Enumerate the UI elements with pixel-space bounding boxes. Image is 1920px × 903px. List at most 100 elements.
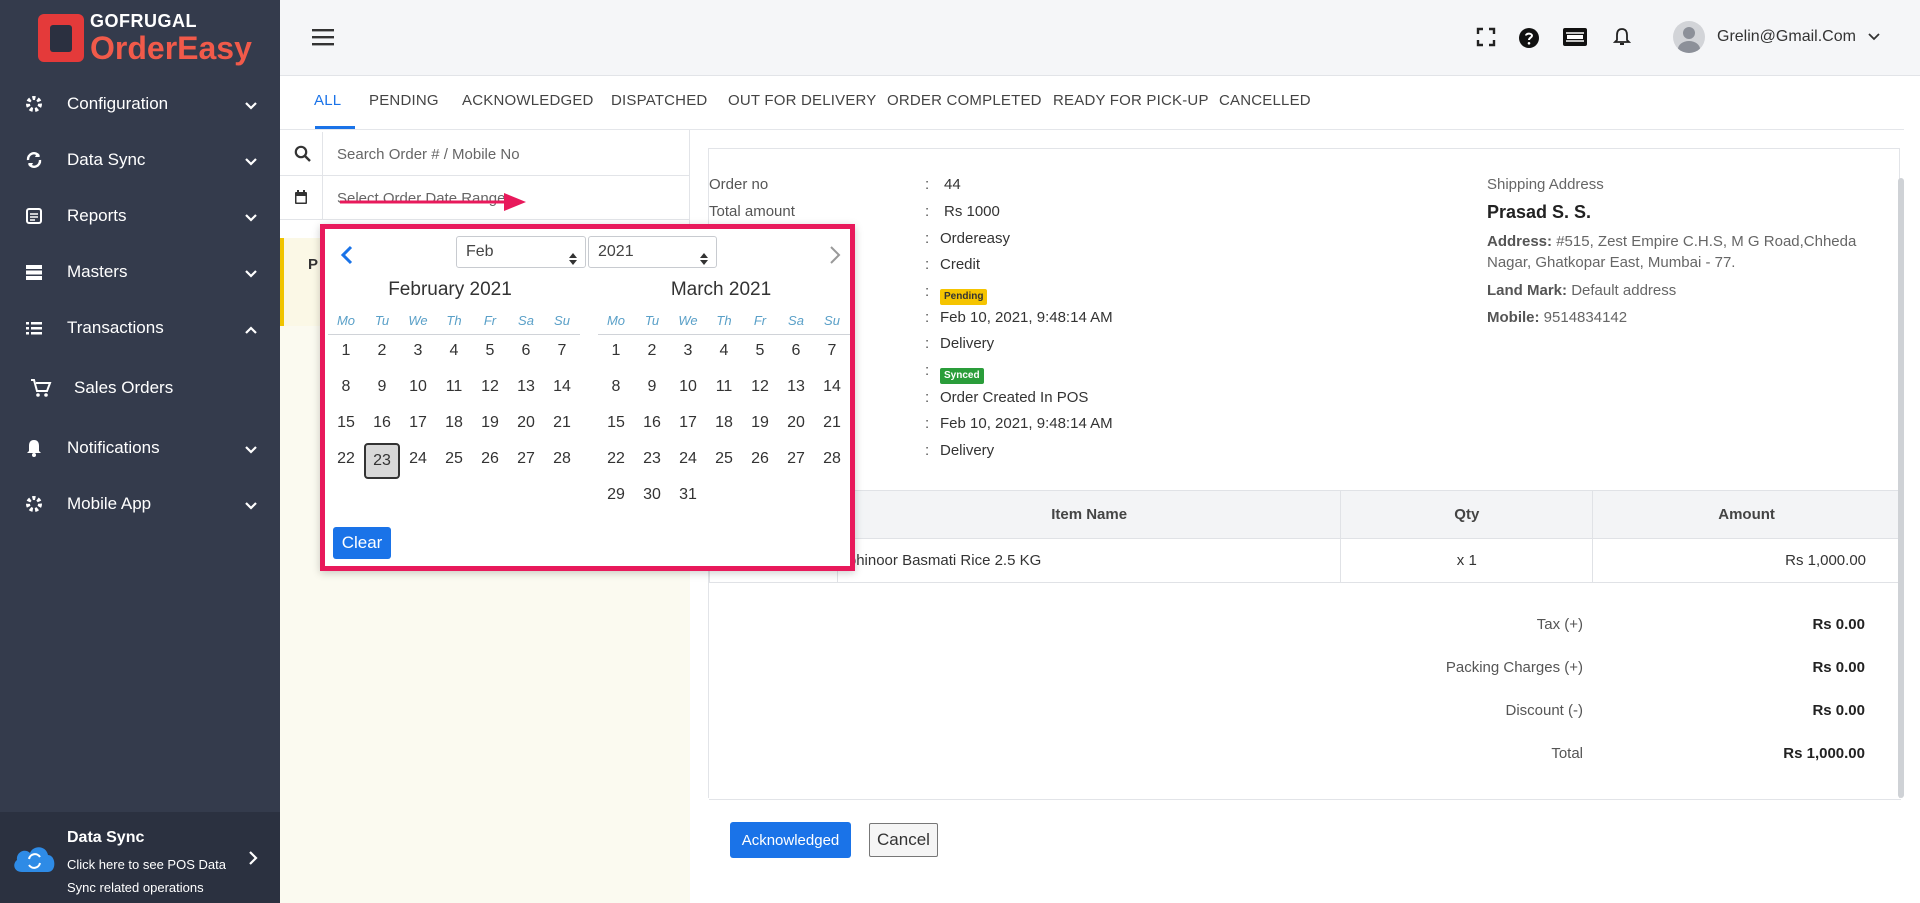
calendar-day[interactable]: 17 bbox=[670, 407, 706, 443]
calendar-day[interactable]: 25 bbox=[436, 443, 472, 479]
calendar-day[interactable]: 2 bbox=[364, 335, 400, 371]
calendar-day[interactable]: 23 bbox=[364, 443, 400, 479]
new-badge-icon[interactable] bbox=[1563, 27, 1587, 52]
fullscreen-icon[interactable] bbox=[1476, 27, 1496, 52]
sidebar-item-transactions[interactable]: Transactions bbox=[0, 300, 280, 356]
calendar-day[interactable]: 17 bbox=[400, 407, 436, 443]
calendar-day[interactable]: 27 bbox=[508, 443, 544, 479]
calendar-day[interactable]: 13 bbox=[508, 371, 544, 407]
tab-cancelled[interactable]: CANCELLED bbox=[1219, 92, 1311, 109]
user-menu[interactable]: Grelin@Gmail.Com bbox=[1673, 21, 1880, 53]
calendar-day[interactable]: 1 bbox=[328, 335, 364, 371]
calendar-day[interactable]: 6 bbox=[508, 335, 544, 371]
calendar-week-row: 8 9 10 11 12 13 14 bbox=[328, 371, 580, 407]
calendar-day[interactable]: 21 bbox=[814, 407, 850, 443]
calendar-day[interactable]: 16 bbox=[364, 407, 400, 443]
calendar-day[interactable]: 16 bbox=[634, 407, 670, 443]
calendar-day[interactable]: 9 bbox=[364, 371, 400, 407]
search-row bbox=[280, 132, 690, 176]
calendar-day[interactable]: 4 bbox=[436, 335, 472, 371]
tab-all[interactable]: ALL bbox=[314, 92, 341, 109]
calendar-day[interactable]: 2 bbox=[634, 335, 670, 371]
calendar-day[interactable]: 3 bbox=[670, 335, 706, 371]
calendar-day[interactable]: 6 bbox=[778, 335, 814, 371]
sidebar-item-notifications[interactable]: Notifications bbox=[0, 420, 280, 476]
masters-icon bbox=[22, 260, 46, 284]
brand-logo[interactable]: GOFRUGAL OrderEasy bbox=[38, 12, 252, 64]
menu-icon[interactable] bbox=[312, 28, 334, 51]
calendar-day[interactable]: 25 bbox=[706, 443, 742, 479]
calendar-day[interactable]: 7 bbox=[544, 335, 580, 371]
calendar-day[interactable]: 19 bbox=[472, 407, 508, 443]
calendar-day[interactable]: 13 bbox=[778, 371, 814, 407]
help-icon[interactable] bbox=[1518, 27, 1540, 54]
calendar-day[interactable]: 10 bbox=[400, 371, 436, 407]
sidebar-item-sales-orders[interactable]: Sales Orders bbox=[0, 356, 280, 420]
order-field-value: Order Created In POS bbox=[940, 389, 1089, 406]
search-input[interactable] bbox=[322, 132, 690, 176]
clear-button[interactable]: Clear bbox=[333, 527, 391, 559]
chevron-right-icon[interactable] bbox=[828, 245, 842, 270]
sidebar-item-mobile-app[interactable]: Mobile App bbox=[0, 476, 280, 532]
calendar-day[interactable]: 9 bbox=[634, 371, 670, 407]
calendar-day[interactable]: 28 bbox=[814, 443, 850, 479]
calendar-day[interactable]: 15 bbox=[328, 407, 364, 443]
calendar-day[interactable]: 8 bbox=[328, 371, 364, 407]
calendar-day[interactable]: 27 bbox=[778, 443, 814, 479]
sidebar-item-configuration[interactable]: Configuration bbox=[0, 76, 280, 132]
year-select[interactable]: 2021 bbox=[588, 236, 717, 268]
calendar-day[interactable]: 7 bbox=[814, 335, 850, 371]
calendar-day[interactable]: 11 bbox=[706, 371, 742, 407]
tab-acknowledged[interactable]: ACKNOWLEDGED bbox=[462, 92, 594, 109]
calendar-day[interactable]: 20 bbox=[778, 407, 814, 443]
calendar-day[interactable]: 26 bbox=[472, 443, 508, 479]
calendar-day[interactable]: 12 bbox=[472, 371, 508, 407]
calendar-day[interactable]: 5 bbox=[742, 335, 778, 371]
calendar-day[interactable]: 12 bbox=[742, 371, 778, 407]
calendar-day[interactable]: 31 bbox=[670, 479, 706, 515]
bell-icon[interactable] bbox=[1612, 27, 1632, 52]
tab-dispatched[interactable]: DISPATCHED bbox=[611, 92, 707, 109]
calendar-day[interactable]: 30 bbox=[634, 479, 670, 515]
sidebar-item-data-sync[interactable]: Data Sync bbox=[0, 132, 280, 188]
calendar-day[interactable]: 22 bbox=[598, 443, 634, 479]
calendar-day[interactable]: 24 bbox=[670, 443, 706, 479]
calendar-day[interactable]: 3 bbox=[400, 335, 436, 371]
scrollbar[interactable] bbox=[1898, 178, 1904, 798]
bell-icon bbox=[22, 436, 46, 460]
calendar-day[interactable]: 22 bbox=[328, 443, 364, 479]
calendar-day[interactable]: 26 bbox=[742, 443, 778, 479]
calendar-day[interactable]: 24 bbox=[400, 443, 436, 479]
calendar-day[interactable]: 10 bbox=[670, 371, 706, 407]
table-header-item: Item Name bbox=[836, 490, 1342, 539]
calendar-day[interactable]: 23 bbox=[634, 443, 670, 479]
cancel-button[interactable]: Cancel bbox=[869, 823, 938, 857]
top-bar: Grelin@Gmail.Com bbox=[280, 0, 1920, 76]
tab-order-completed[interactable]: ORDER COMPLETED bbox=[887, 92, 1042, 109]
data-sync-footer[interactable]: Data Sync Click here to see POS Data Syn… bbox=[0, 812, 280, 903]
calendar-day[interactable]: 8 bbox=[598, 371, 634, 407]
month-select[interactable]: Feb bbox=[456, 236, 586, 268]
calendar-day[interactable]: 19 bbox=[742, 407, 778, 443]
calendar-day[interactable]: 28 bbox=[544, 443, 580, 479]
calendar-day[interactable]: 4 bbox=[706, 335, 742, 371]
order-field-value: 44 bbox=[944, 176, 961, 193]
calendar-day[interactable]: 14 bbox=[544, 371, 580, 407]
calendar-day[interactable]: 18 bbox=[706, 407, 742, 443]
calendar-day[interactable]: 18 bbox=[436, 407, 472, 443]
tab-pending[interactable]: PENDING bbox=[369, 92, 439, 109]
calendar-day[interactable]: 20 bbox=[508, 407, 544, 443]
calendar-day[interactable]: 11 bbox=[436, 371, 472, 407]
sidebar-item-masters[interactable]: Masters bbox=[0, 244, 280, 300]
tab-out-for-delivery[interactable]: OUT FOR DELIVERY bbox=[728, 92, 877, 109]
calendar-day[interactable]: 21 bbox=[544, 407, 580, 443]
chevron-left-icon[interactable] bbox=[340, 245, 354, 270]
acknowledged-button[interactable]: Acknowledged bbox=[730, 822, 851, 858]
calendar-day[interactable]: 15 bbox=[598, 407, 634, 443]
calendar-day[interactable]: 1 bbox=[598, 335, 634, 371]
calendar-day[interactable]: 14 bbox=[814, 371, 850, 407]
calendar-day[interactable]: 29 bbox=[598, 479, 634, 515]
calendar-day[interactable]: 5 bbox=[472, 335, 508, 371]
tab-ready-for-pick-up[interactable]: READY FOR PICK-UP bbox=[1053, 92, 1209, 109]
sidebar-item-reports[interactable]: Reports bbox=[0, 188, 280, 244]
